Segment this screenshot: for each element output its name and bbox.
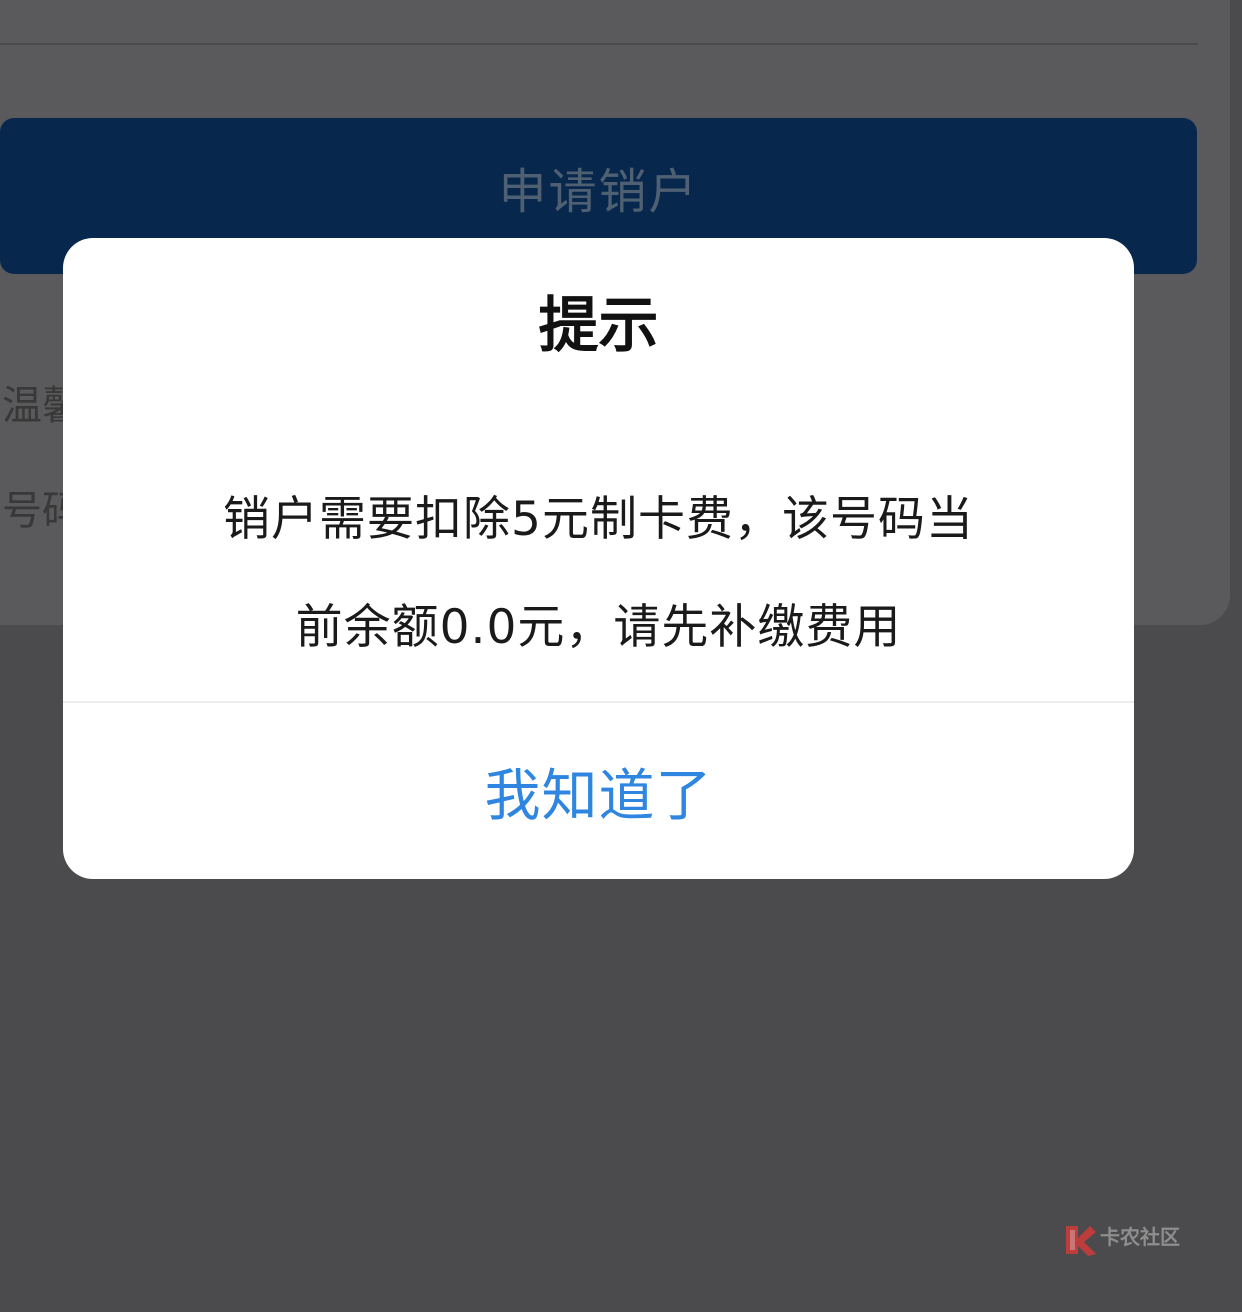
apply-cancellation-label: 申请销户: [498, 164, 699, 220]
alert-dialog: 提示 销户需要扣除5元制卡费，该号码当 前余额0.0元，请先补缴费用 我知道了: [63, 238, 1134, 879]
dialog-message: 销户需要扣除5元制卡费，该号码当 前余额0.0元，请先补缴费用: [63, 466, 1134, 682]
background-divider: [0, 43, 1198, 45]
watermark-text: 卡农社区: [1100, 1224, 1180, 1249]
dialog-confirm-button[interactable]: 我知道了: [63, 703, 1134, 879]
dialog-title: 提示: [538, 291, 659, 361]
dialog-message-line-1: 销户需要扣除5元制卡费，该号码当: [223, 492, 974, 547]
watermark-logo-icon: [1066, 1226, 1096, 1256]
watermark: 卡农社区: [1062, 1222, 1180, 1258]
dialog-message-line-2: 前余额0.0元，请先补缴费用: [295, 600, 902, 655]
